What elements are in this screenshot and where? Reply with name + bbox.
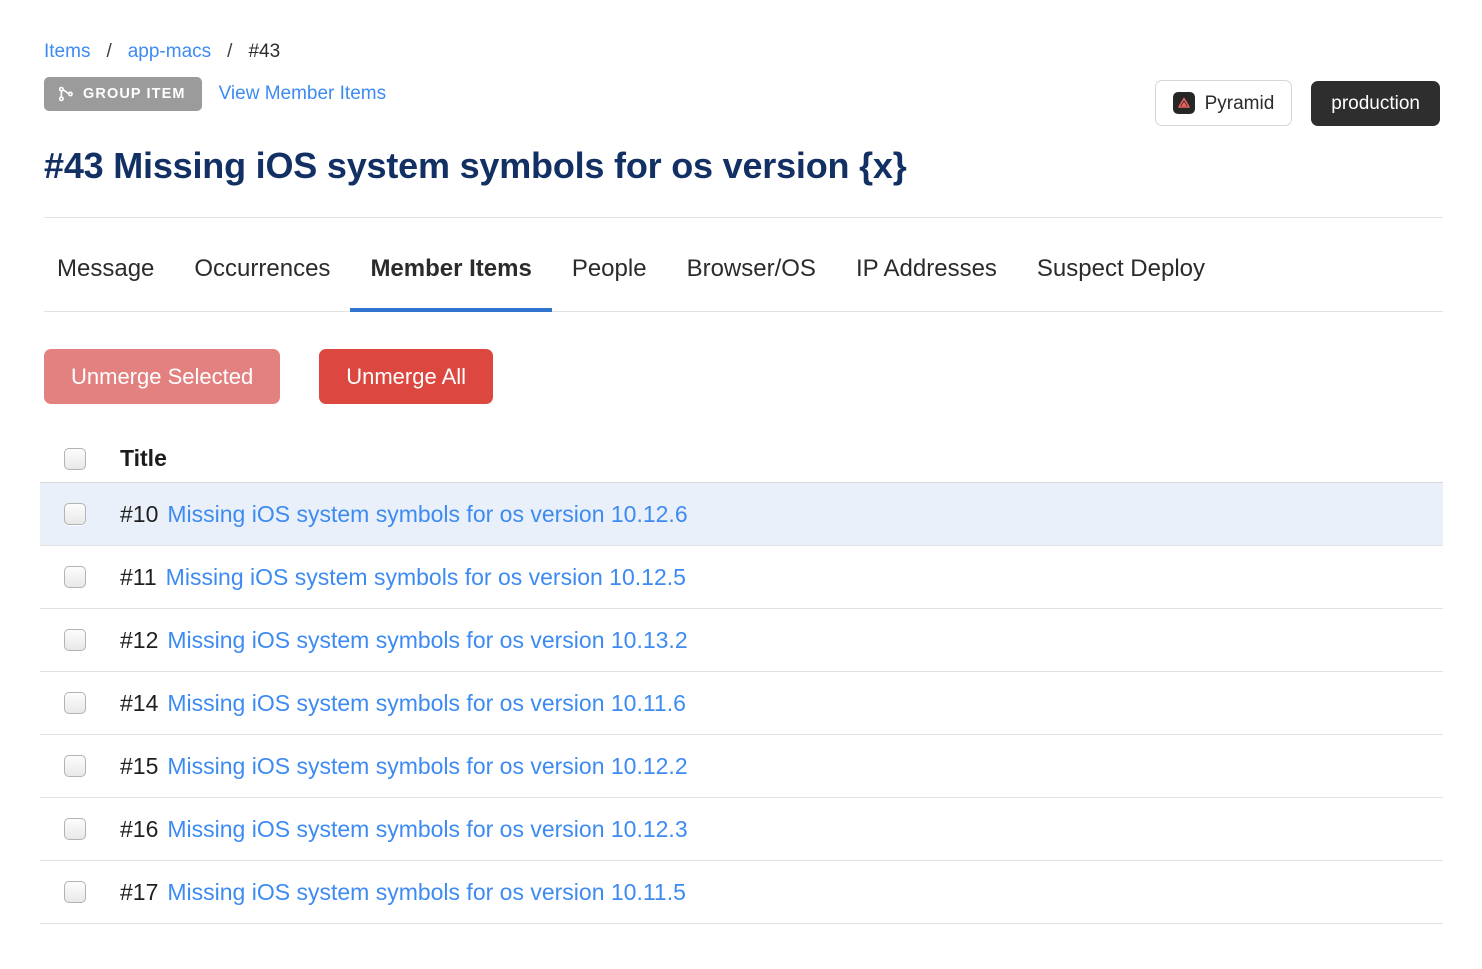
row-item-id: #16 bbox=[120, 815, 159, 842]
breadcrumb-item-items[interactable]: Items bbox=[44, 40, 90, 64]
row-item-link[interactable]: Missing iOS system symbols for os versio… bbox=[167, 879, 686, 905]
row-select-checkbox[interactable] bbox=[64, 881, 86, 904]
view-member-items-link[interactable]: View Member Items bbox=[219, 83, 387, 105]
row-item-id: #14 bbox=[120, 689, 159, 716]
group-item-badge: GROUP ITEM bbox=[44, 77, 202, 111]
row-title-cell: #10 Missing iOS system symbols for os ver… bbox=[120, 501, 1443, 528]
action-bar: Unmerge Selected Unmerge All bbox=[44, 349, 1482, 405]
row-select-cell bbox=[44, 815, 120, 843]
breadcrumb-separator: / bbox=[106, 41, 112, 62]
table-row[interactable]: #16 Missing iOS system symbols for os ver… bbox=[40, 798, 1443, 862]
row-title-cell: #17 Missing iOS system symbols for os ver… bbox=[120, 879, 1443, 906]
page-title: #43 Missing iOS system symbols for os ve… bbox=[44, 145, 907, 186]
row-item-id: #12 bbox=[120, 626, 159, 653]
tab-ip-addresses[interactable]: IP Addresses bbox=[836, 255, 1017, 312]
row-select-checkbox[interactable] bbox=[64, 566, 86, 589]
table-row[interactable]: #17 Missing iOS system symbols for os ver… bbox=[40, 861, 1443, 925]
pyramid-app-icon bbox=[1172, 92, 1195, 114]
row-select-checkbox[interactable] bbox=[64, 755, 86, 778]
select-all-cell bbox=[44, 445, 120, 473]
row-item-link[interactable]: Missing iOS system symbols for os versio… bbox=[166, 564, 686, 590]
column-header-title: Title bbox=[120, 445, 167, 472]
row-select-cell bbox=[44, 878, 120, 906]
member-items-table: Title #10 Missing iOS system symbols for … bbox=[40, 435, 1443, 925]
breadcrumb-separator: / bbox=[227, 41, 233, 62]
project-badge[interactable]: Pyramid bbox=[1154, 80, 1293, 126]
row-item-link[interactable]: Missing iOS system symbols for os versio… bbox=[167, 753, 687, 779]
table-body: #10 Missing iOS system symbols for os ver… bbox=[40, 483, 1443, 925]
tab-occurrences[interactable]: Occurrences bbox=[174, 255, 350, 312]
row-select-cell bbox=[44, 500, 120, 528]
tab-people[interactable]: People bbox=[552, 255, 667, 312]
row-select-checkbox[interactable] bbox=[64, 818, 86, 841]
table-row[interactable]: #14 Missing iOS system symbols for os ver… bbox=[40, 672, 1443, 736]
row-item-id: #17 bbox=[120, 878, 159, 905]
tab-suspect-deploy[interactable]: Suspect Deploy bbox=[1017, 255, 1225, 312]
row-item-id: #10 bbox=[120, 500, 159, 527]
select-all-checkbox[interactable] bbox=[64, 447, 86, 470]
project-badge-label: Pyramid bbox=[1204, 92, 1275, 114]
environment-badge-label: production bbox=[1331, 92, 1420, 114]
breadcrumb-item-project[interactable]: app-macs bbox=[128, 40, 211, 64]
table-header-row: Title bbox=[40, 435, 1443, 484]
table-row[interactable]: #15 Missing iOS system symbols for os ver… bbox=[40, 735, 1443, 799]
tab-member-items[interactable]: Member Items bbox=[350, 255, 552, 312]
environment-badge[interactable]: production bbox=[1311, 80, 1440, 126]
row-item-link[interactable]: Missing iOS system symbols for os versio… bbox=[167, 690, 686, 716]
row-item-link[interactable]: Missing iOS system symbols for os versio… bbox=[167, 501, 687, 527]
unmerge-all-button[interactable]: Unmerge All bbox=[319, 349, 494, 405]
table-row[interactable]: #10 Missing iOS system symbols for os ver… bbox=[40, 483, 1443, 547]
code-branch-icon bbox=[58, 86, 74, 102]
unmerge-selected-button[interactable]: Unmerge Selected bbox=[44, 349, 281, 405]
row-title-cell: #14 Missing iOS system symbols for os ver… bbox=[120, 690, 1443, 717]
tab-bar: Message Occurrences Member Items People … bbox=[44, 218, 1443, 312]
context-badges: Pyramid production bbox=[1154, 80, 1440, 126]
row-title-cell: #15 Missing iOS system symbols for os ver… bbox=[120, 753, 1443, 780]
tab-browser-os[interactable]: Browser/OS bbox=[667, 255, 836, 312]
issue-detail-page: Items / app-macs / #43 GROUP ITEM View M… bbox=[0, 0, 1482, 969]
row-title-cell: #16 Missing iOS system symbols for os ver… bbox=[120, 816, 1443, 843]
table-row[interactable]: #11 Missing iOS system symbols for os ver… bbox=[40, 546, 1443, 610]
row-title-cell: #12 Missing iOS system symbols for os ver… bbox=[120, 627, 1443, 654]
row-select-cell bbox=[44, 563, 120, 591]
breadcrumb: Items / app-macs / #43 bbox=[44, 0, 1443, 64]
row-select-cell bbox=[44, 626, 120, 654]
table-row[interactable]: #12 Missing iOS system symbols for os ver… bbox=[40, 609, 1443, 673]
row-select-checkbox[interactable] bbox=[64, 692, 86, 715]
row-select-checkbox[interactable] bbox=[64, 629, 86, 652]
row-select-cell bbox=[44, 689, 120, 717]
breadcrumb-item-current: #43 bbox=[248, 41, 281, 62]
tab-message[interactable]: Message bbox=[44, 255, 174, 312]
row-select-cell bbox=[44, 752, 120, 780]
group-item-badge-label: GROUP ITEM bbox=[83, 86, 186, 102]
row-title-cell: #11 Missing iOS system symbols for os ver… bbox=[120, 564, 1443, 591]
row-item-link[interactable]: Missing iOS system symbols for os versio… bbox=[167, 816, 687, 842]
row-item-id: #11 bbox=[120, 563, 157, 590]
row-select-checkbox[interactable] bbox=[64, 503, 86, 526]
row-item-link[interactable]: Missing iOS system symbols for os versio… bbox=[167, 627, 687, 653]
row-item-id: #15 bbox=[120, 752, 159, 779]
